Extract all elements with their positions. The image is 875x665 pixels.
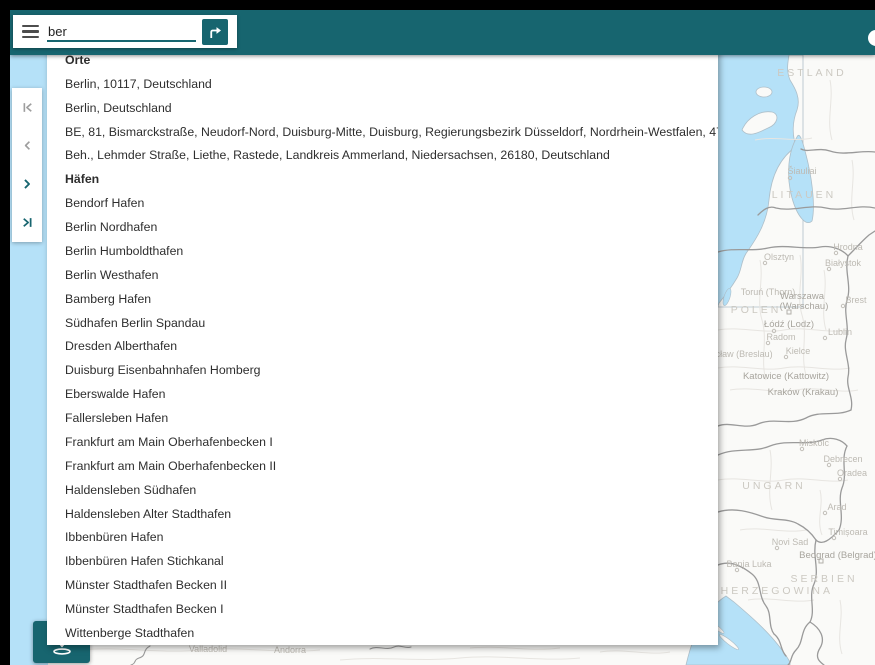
map-label: Šiauliai <box>787 166 816 176</box>
map-label: ESTLAND <box>777 67 846 79</box>
map-label: POLEN <box>731 304 782 316</box>
map-label: Brest <box>845 295 867 305</box>
map-label: Beograd (Belgrad) <box>799 550 875 561</box>
menu-icon[interactable] <box>17 19 43 45</box>
suggestion-item[interactable]: Berlin Humboldthafen <box>47 239 718 263</box>
suggestion-item[interactable]: Eberswalde Hafen <box>47 382 718 406</box>
map-label: SERBIEN <box>790 573 857 585</box>
directions-button[interactable] <box>202 19 228 45</box>
map-label: Hrodna <box>833 242 863 252</box>
map-label: Kielce <box>786 346 811 356</box>
search-input[interactable] <box>47 22 196 42</box>
suggestion-item[interactable]: BE, 81, Bismarckstraße, Neudorf-Nord, Du… <box>47 120 718 144</box>
map-label: Katowice (Kattowitz) <box>743 371 829 382</box>
suggestion-item[interactable]: Frankfurt am Main Oberhafenbecken I <box>47 430 718 454</box>
map-label: Andorra <box>274 645 306 655</box>
suggestion-item[interactable]: Haldensleben Alter Stadthafen <box>47 502 718 526</box>
map-label: Białystok <box>825 258 862 268</box>
suggestion-item[interactable]: Fallersleben Hafen <box>47 406 718 430</box>
skip-last-icon[interactable] <box>12 205 42 241</box>
map-island-hiiumaa <box>756 87 772 97</box>
suggestion-item[interactable]: Ibbenbüren Hafen Stichkanal <box>47 549 718 573</box>
suggestion-group-header: Häfen <box>47 167 718 191</box>
suggestion-item[interactable]: Dresden Alberthafen <box>47 335 718 359</box>
suggestion-item[interactable]: Südhafen Berlin Spandau <box>47 311 718 335</box>
search-suggestions-dropdown: OrteBerlin, 10117, DeutschlandBerlin, De… <box>47 48 718 645</box>
map-label: Oradea <box>837 468 867 478</box>
suggestion-item[interactable]: Frankfurt am Main Oberhafenbecken II <box>47 454 718 478</box>
suggestion-item[interactable]: Münster Stadthafen Becken II <box>47 573 718 597</box>
map-label: LITAUEN <box>772 189 837 201</box>
suggestion-item[interactable]: Beh., Lehmder Straße, Liethe, Rastede, L… <box>47 144 718 168</box>
map-label: Lublin <box>828 327 852 337</box>
suggestion-item[interactable]: Duisburg Eisenbahnhafen Homberg <box>47 358 718 382</box>
directions-arrow-icon <box>206 23 224 41</box>
suggestion-item[interactable]: Bendorf Hafen <box>47 191 718 215</box>
search-card <box>13 15 237 48</box>
suggestion-item[interactable]: Berlin, 10117, Deutschland <box>47 72 718 96</box>
map-label: Banja Luka <box>726 559 771 569</box>
suggestion-item[interactable]: Berlin Nordhafen <box>47 215 718 239</box>
app-header <box>10 10 875 55</box>
map-label: (Warschau) <box>780 301 829 312</box>
skip-first-icon[interactable] <box>12 89 42 125</box>
map-label: Kraków (Krakau) <box>768 387 839 398</box>
help-button[interactable] <box>868 30 875 46</box>
map-label: Łódź (Lodz) <box>764 319 814 330</box>
map-label: Miskolc <box>799 438 830 448</box>
map-label: UNGARN <box>742 480 806 492</box>
suggestion-item[interactable]: Haldensleben Südhafen <box>47 478 718 502</box>
suggestion-item[interactable]: Berlin Westhafen <box>47 263 718 287</box>
map-label: Arad <box>827 502 846 512</box>
app-window: ESTLAND Šiauliai LITAUEN Hrodna Olsztyn Biały… <box>0 0 875 665</box>
map-label: Timișoara <box>828 527 867 537</box>
suggestion-item[interactable]: Münster Stadthafen Becken I <box>47 597 718 621</box>
map-label: Debrecen <box>823 454 862 464</box>
suggestion-item[interactable]: Berlin, Deutschland <box>47 96 718 120</box>
suggestion-item[interactable]: Bamberg Hafen <box>47 287 718 311</box>
map-label: Radom <box>766 332 795 342</box>
chevron-right-icon[interactable] <box>12 166 42 202</box>
chevron-left-icon[interactable] <box>12 128 42 164</box>
map-label: Valladolid <box>189 644 227 654</box>
suggestion-item[interactable]: Ibbenbüren Hafen <box>47 526 718 550</box>
map-label: Novi Sad <box>772 537 809 547</box>
map-label: Olsztyn <box>764 252 794 262</box>
suggestion-item[interactable]: Wittenberge Stadthafen <box>47 621 718 645</box>
result-pager-panel <box>12 88 42 242</box>
